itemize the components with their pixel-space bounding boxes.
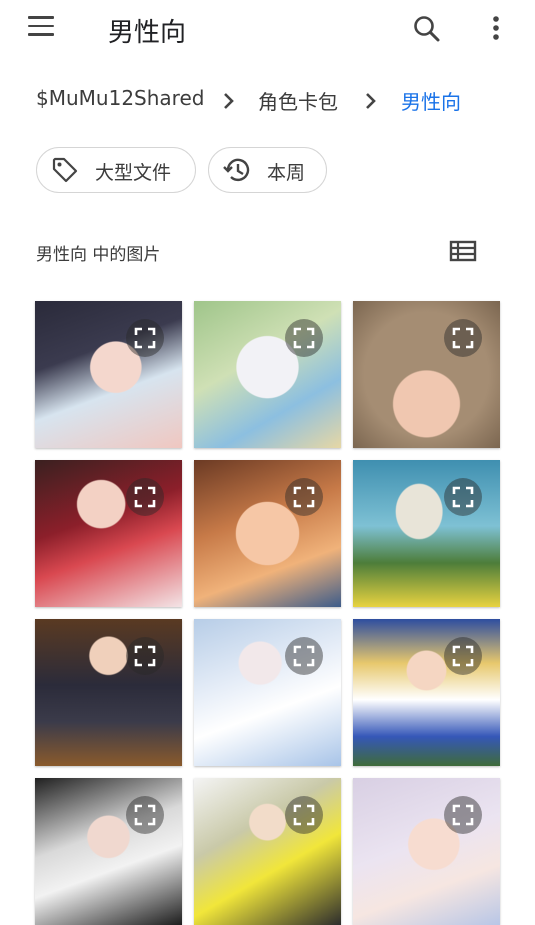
image-tile[interactable] (353, 619, 500, 766)
image-tile[interactable] (35, 778, 182, 925)
image-thumbnail (194, 619, 341, 766)
image-tile[interactable] (35, 301, 182, 448)
section-title: 男性向 中的图片 (36, 245, 161, 265)
image-tile[interactable] (194, 301, 341, 448)
large-files-chip[interactable]: 大型文件 (36, 147, 196, 193)
breadcrumb-item-current[interactable]: 男性向 (401, 86, 461, 115)
fullscreen-icon[interactable] (126, 796, 164, 834)
fullscreen-icon[interactable] (444, 478, 482, 516)
fullscreen-icon[interactable] (444, 319, 482, 357)
image-tile[interactable] (35, 460, 182, 607)
breadcrumb-item-root[interactable]: $MuMu12Shared (36, 86, 204, 110)
search-icon[interactable] (410, 12, 444, 46)
image-tile[interactable] (353, 778, 500, 925)
image-tile[interactable] (194, 460, 341, 607)
chevron-right-icon (224, 93, 234, 109)
more-vert-icon[interactable] (482, 12, 510, 46)
this-week-chip[interactable]: 本周 (208, 147, 327, 193)
app-bar: 男性向 (0, 0, 535, 60)
tag-icon (52, 157, 78, 183)
image-thumbnail (353, 301, 500, 448)
image-tile[interactable] (194, 619, 341, 766)
image-thumbnail (353, 619, 500, 766)
fullscreen-icon[interactable] (285, 637, 323, 675)
fullscreen-icon[interactable] (126, 637, 164, 675)
image-tile[interactable] (194, 778, 341, 925)
image-thumbnail (194, 301, 341, 448)
image-thumbnail (35, 301, 182, 448)
image-thumbnail (35, 619, 182, 766)
page-title: 男性向 (108, 18, 187, 48)
large-files-chip-label: 大型文件 (95, 162, 172, 184)
image-thumbnail (194, 460, 341, 607)
image-thumbnail (353, 460, 500, 607)
image-tile[interactable] (35, 619, 182, 766)
chevron-right-icon (366, 93, 376, 109)
fullscreen-icon[interactable] (285, 796, 323, 834)
image-thumbnail (194, 778, 341, 925)
image-tile[interactable] (353, 301, 500, 448)
image-thumbnail (353, 778, 500, 925)
this-week-chip-label: 本周 (267, 162, 306, 184)
fullscreen-icon[interactable] (285, 319, 323, 357)
fullscreen-icon[interactable] (444, 637, 482, 675)
fullscreen-icon[interactable] (126, 478, 164, 516)
table-view-icon[interactable] (448, 238, 478, 264)
menu-icon[interactable] (27, 16, 55, 40)
image-tile[interactable] (353, 460, 500, 607)
history-icon (223, 158, 250, 182)
fullscreen-icon[interactable] (126, 319, 164, 357)
breadcrumb-item-parent[interactable]: 角色卡包 (258, 86, 338, 115)
image-thumbnail (35, 460, 182, 607)
fullscreen-icon[interactable] (444, 796, 482, 834)
fullscreen-icon[interactable] (285, 478, 323, 516)
image-thumbnail (35, 778, 182, 925)
